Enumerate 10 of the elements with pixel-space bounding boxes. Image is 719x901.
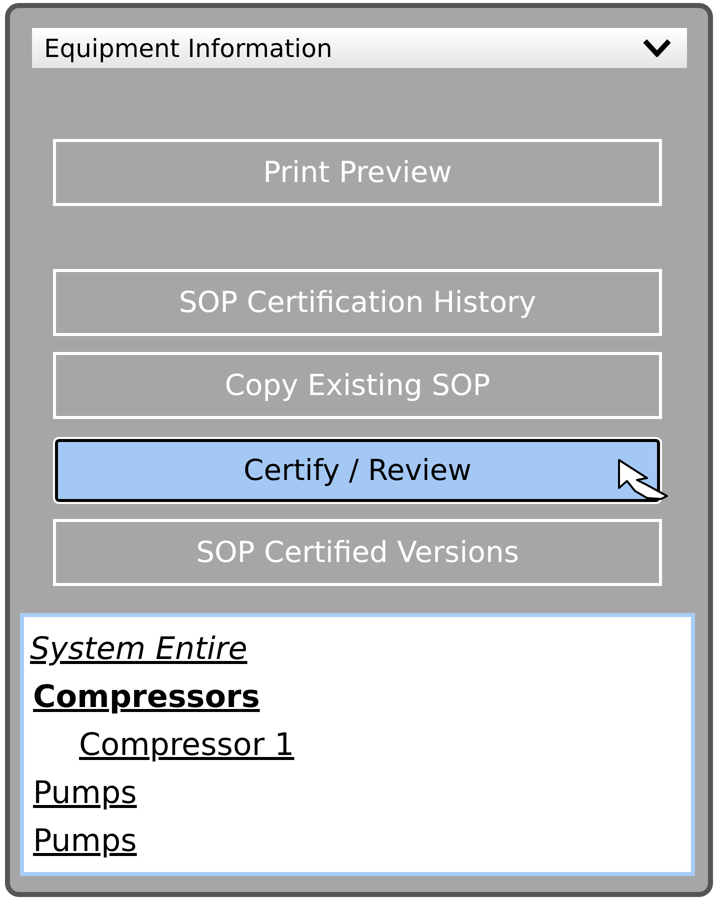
chevron-down-icon <box>643 39 671 57</box>
tree-item[interactable]: Compressor 1 <box>79 721 294 769</box>
dropdown-value: Equipment Information <box>44 36 332 60</box>
cursor-icon <box>617 458 669 501</box>
tree-item[interactable]: Pumps <box>33 769 137 817</box>
tree-item[interactable]: System Entire <box>30 625 248 673</box>
dropdown[interactable]: Equipment Information <box>32 28 687 68</box>
action-button[interactable]: Certify / Review <box>53 437 662 504</box>
tree-item[interactable]: Compressors <box>33 673 260 721</box>
tree-item[interactable]: Pumps <box>33 817 137 865</box>
